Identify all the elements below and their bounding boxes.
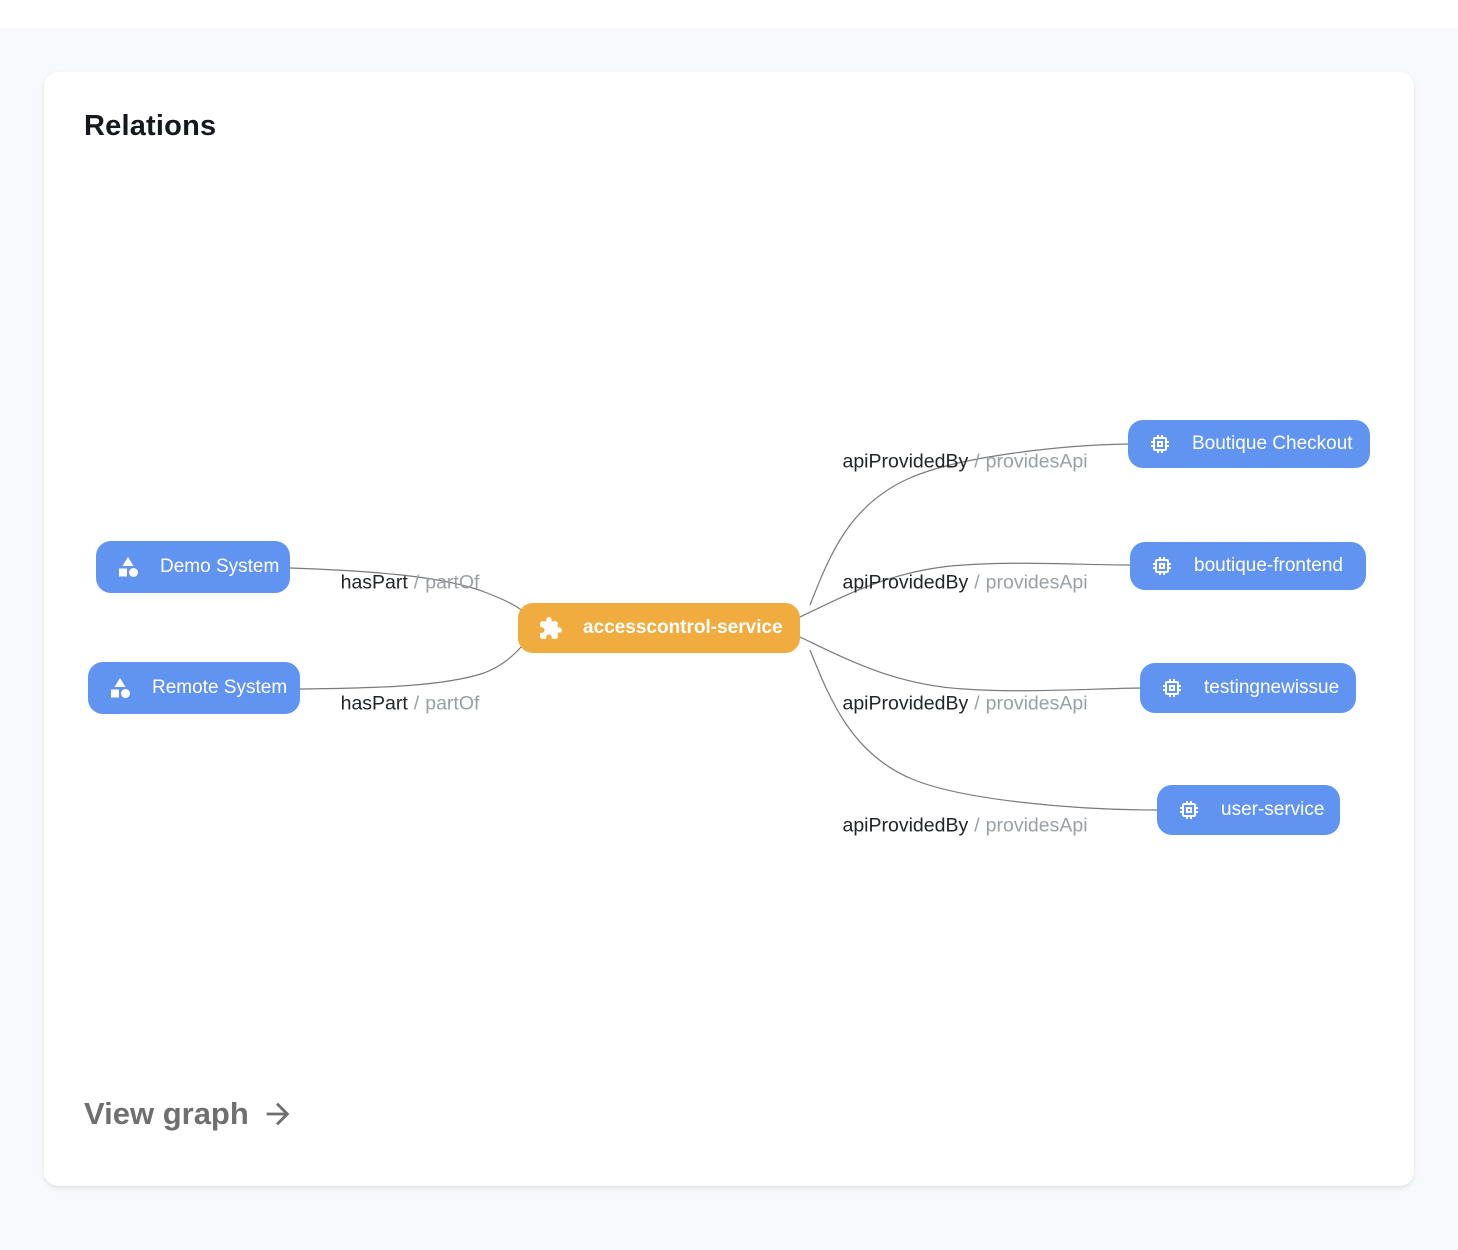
memory-icon (1148, 432, 1172, 456)
memory-icon (1150, 554, 1174, 578)
node-label: Boutique Checkout (1192, 433, 1353, 455)
edge-label-haspart-1: hasPart / partOf (341, 572, 480, 595)
top-strip (0, 0, 1458, 28)
node-accesscontrol-service[interactable]: accesscontrol-service (518, 603, 800, 653)
category-icon (108, 676, 132, 700)
node-label: Remote System (152, 677, 287, 699)
edge-relation-separator: / (974, 693, 979, 716)
edge-relation-secondary: providesApi (986, 693, 1088, 716)
edge-relation-primary: hasPart (341, 693, 408, 716)
edge-relation-secondary: providesApi (986, 572, 1088, 595)
edge-relation-secondary: partOf (425, 572, 479, 595)
node-label: boutique-frontend (1194, 555, 1343, 577)
edge-relation-secondary: providesApi (986, 451, 1088, 474)
edge-center-to-testing (800, 637, 1140, 691)
relations-graph: hasPart / partOf hasPart / partOf apiPro… (44, 72, 1414, 1186)
edge-relation-primary: apiProvidedBy (842, 451, 968, 474)
edge-relation-separator: / (974, 572, 979, 595)
node-user-service[interactable]: user-service (1157, 785, 1340, 835)
edge-label-apiprovidedby-3: apiProvidedBy / providesApi (842, 693, 1087, 716)
memory-icon (1177, 798, 1201, 822)
edge-label-haspart-2: hasPart / partOf (341, 693, 480, 716)
node-label: user-service (1221, 799, 1324, 821)
edge-relation-separator: / (974, 815, 979, 838)
edge-relation-primary: apiProvidedBy (842, 572, 968, 595)
category-icon (116, 555, 140, 579)
edge-relation-primary: apiProvidedBy (842, 693, 968, 716)
edge-relation-separator: / (414, 572, 419, 595)
edge-relation-separator: / (974, 451, 979, 474)
edge-relation-primary: apiProvidedBy (842, 815, 968, 838)
edge-label-apiprovidedby-1: apiProvidedBy / providesApi (842, 451, 1087, 474)
node-label: accesscontrol-service (583, 617, 783, 639)
node-remote-system[interactable]: Remote System (88, 662, 300, 714)
node-label: Demo System (160, 556, 279, 578)
edge-relation-secondary: providesApi (986, 815, 1088, 838)
edge-label-apiprovidedby-2: apiProvidedBy / providesApi (842, 572, 1087, 595)
view-graph-link[interactable]: View graph (84, 1096, 295, 1132)
node-demo-system[interactable]: Demo System (96, 541, 290, 593)
extension-icon (538, 616, 563, 641)
edge-relation-secondary: partOf (425, 693, 479, 716)
view-graph-label: View graph (84, 1096, 249, 1132)
edge-label-apiprovidedby-4: apiProvidedBy / providesApi (842, 815, 1087, 838)
edge-relation-primary: hasPart (341, 572, 408, 595)
relations-card: Relations hasPart / partOf hasPart / par… (44, 72, 1414, 1186)
memory-icon (1160, 676, 1184, 700)
node-label: testingnewissue (1204, 677, 1339, 699)
node-boutique-frontend[interactable]: boutique-frontend (1130, 542, 1366, 590)
arrow-right-icon (261, 1097, 295, 1131)
edge-center-to-user (810, 650, 1157, 810)
edge-relation-separator: / (414, 693, 419, 716)
node-testingnewissue[interactable]: testingnewissue (1140, 663, 1356, 713)
node-boutique-checkout[interactable]: Boutique Checkout (1128, 420, 1370, 468)
edge-remote-to-center (300, 645, 523, 689)
